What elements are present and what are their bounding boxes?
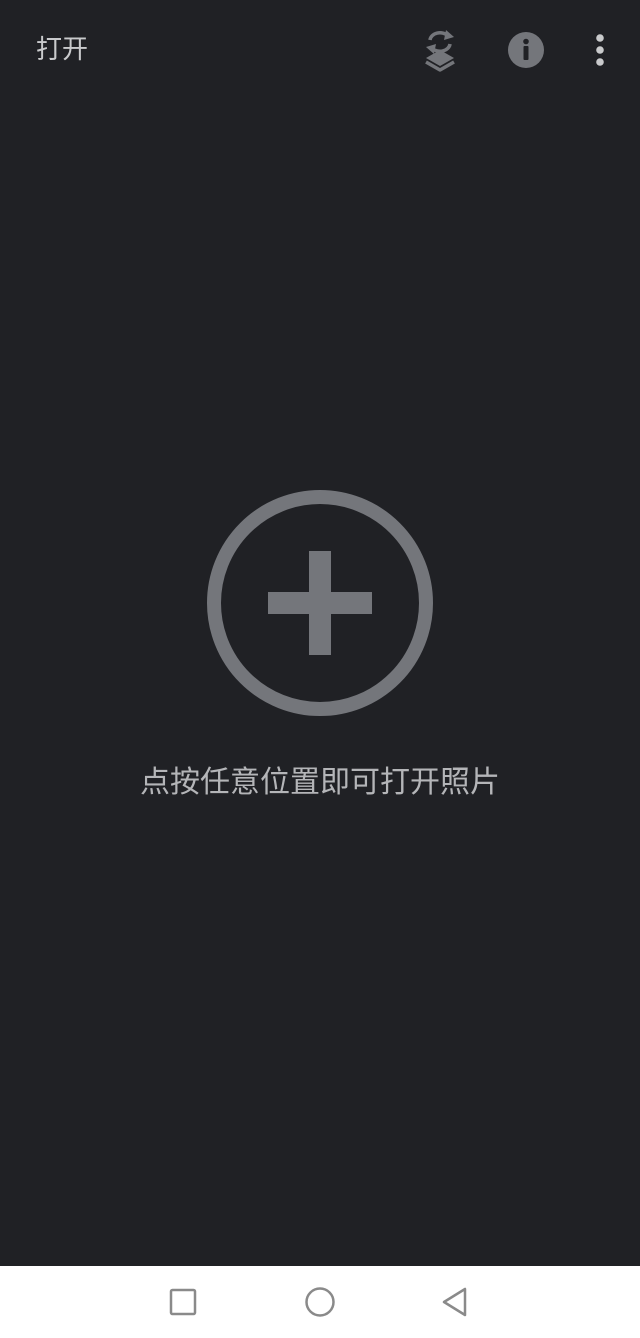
home-button[interactable] xyxy=(298,1280,342,1324)
triangle-back-icon xyxy=(442,1287,467,1317)
more-vert-icon xyxy=(596,34,604,66)
layers-swap-icon xyxy=(425,30,455,72)
more-options-button[interactable] xyxy=(574,24,626,76)
info-icon xyxy=(508,32,544,68)
app-screen: 打开 点按任意位置即可打开照片 xyxy=(0,0,640,1338)
back-button[interactable] xyxy=(433,1280,477,1324)
recent-apps-button[interactable] xyxy=(161,1280,205,1324)
layers-swap-button[interactable] xyxy=(414,24,466,76)
top-app-bar: 打开 xyxy=(0,0,640,100)
circle-icon xyxy=(305,1287,335,1317)
system-navigation-bar xyxy=(0,1266,640,1338)
info-button[interactable] xyxy=(500,24,552,76)
open-photo-area[interactable]: 点按任意位置即可打开照片 xyxy=(0,100,640,1266)
open-photo-hint: 点按任意位置即可打开照片 xyxy=(140,765,500,800)
add-circle-icon xyxy=(207,490,433,716)
page-title[interactable]: 打开 xyxy=(36,30,88,70)
square-icon xyxy=(169,1288,197,1316)
